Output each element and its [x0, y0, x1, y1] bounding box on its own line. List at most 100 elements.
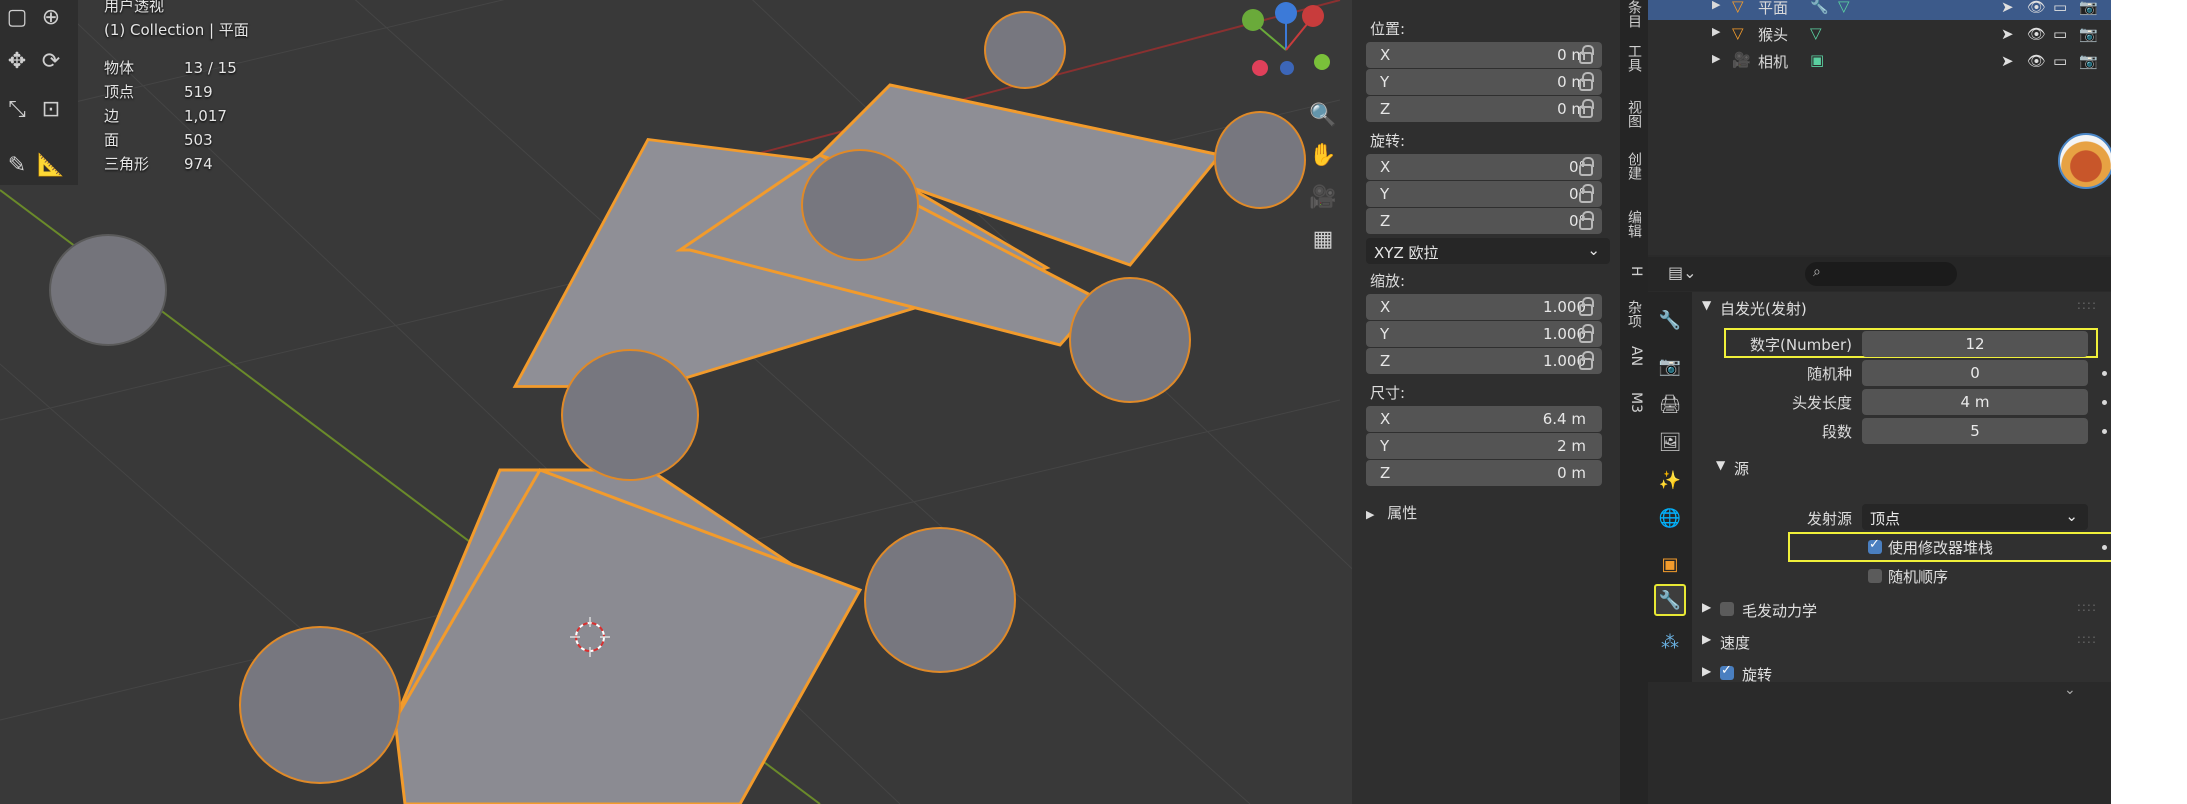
outliner-row-camera[interactable]: ▶ 🎥 相机 ▣ ➤ 👁 ▭ 📷	[1648, 48, 2111, 74]
tab-edit[interactable]: 编辑	[1624, 210, 1644, 238]
eye-icon[interactable]: 👁	[2027, 52, 2046, 70]
eye-icon[interactable]: 👁	[2027, 25, 2046, 43]
rotation-y-field[interactable]: Y 0°	[1366, 181, 1602, 207]
monitor-icon[interactable]: ▭	[2053, 52, 2067, 70]
drag-grip-icon[interactable]: ::::	[2077, 632, 2097, 646]
rotation-x-field[interactable]: X 0°	[1366, 154, 1602, 180]
lock-icon[interactable]	[1579, 72, 1594, 91]
keyframe-dot[interactable]	[2102, 400, 2107, 405]
tab-item[interactable]: 条目	[1624, 0, 1644, 28]
modifier-tab-icon[interactable]: 🔧	[1654, 584, 1686, 616]
particles-tab-icon[interactable]: ⁂	[1654, 626, 1686, 658]
cursor-tool-icon[interactable]: ⊕	[34, 0, 68, 34]
rotation-label: 旋转:	[1370, 132, 1406, 150]
select-arrow-icon[interactable]: ➤	[2001, 25, 2014, 43]
tool-tab-icon[interactable]: 🔧	[1654, 304, 1686, 336]
rotation-mode-select[interactable]: XYZ 欧拉 ⌄	[1366, 238, 1610, 264]
world-tab-icon[interactable]: 🌐	[1654, 502, 1686, 534]
navigation-gizmo[interactable]	[1242, 2, 1330, 76]
drag-grip-icon[interactable]: ::::	[2077, 298, 2097, 312]
zoom-icon[interactable]: 🔍	[1306, 98, 1340, 132]
render-tab-icon[interactable]: 📷	[1654, 350, 1686, 382]
segments-field[interactable]: 5	[1862, 418, 2088, 444]
number-field[interactable]: 12	[1862, 331, 2088, 357]
location-y-field[interactable]: Y0 m	[1366, 69, 1602, 95]
search-input[interactable]: ⌕	[1805, 262, 1957, 286]
hair-dynamics-checkbox[interactable]	[1720, 602, 1734, 616]
lock-icon[interactable]	[1579, 351, 1594, 370]
mesh-icon: ▽	[1732, 0, 1744, 15]
lock-icon[interactable]	[1579, 184, 1594, 203]
view-layer-tab-icon[interactable]: 🖼	[1654, 426, 1686, 458]
camera-render-icon[interactable]: 📷	[2079, 25, 2098, 43]
tab-create[interactable]: 创建	[1624, 152, 1644, 180]
tab-misc[interactable]: 杂项	[1624, 300, 1644, 328]
location-z-field[interactable]: Z0 m	[1366, 96, 1602, 122]
pan-hand-icon[interactable]: ✋	[1306, 138, 1340, 172]
location-x-field[interactable]: X0 m	[1366, 42, 1602, 68]
ortho-grid-icon[interactable]: ▦	[1306, 222, 1340, 256]
tab-h[interactable]: H	[1624, 266, 1644, 277]
scale-tool-icon[interactable]: ⤡	[0, 92, 34, 126]
source-section[interactable]: ▼ 源	[1706, 452, 2106, 482]
random-order-checkbox[interactable]	[1868, 569, 1882, 583]
dimension-x-field[interactable]: X 6.4 m	[1366, 406, 1602, 432]
camera-view-icon[interactable]: 🎥	[1306, 180, 1340, 214]
rotation-z-field[interactable]: Z 0°	[1366, 208, 1602, 234]
dimension-z-field[interactable]: Z0 m	[1366, 460, 1602, 486]
monitor-icon[interactable]: ▭	[2053, 25, 2067, 43]
lock-icon[interactable]	[1579, 99, 1594, 118]
tab-m3[interactable]: M3	[1624, 392, 1644, 413]
object-tab-icon[interactable]: ▣	[1654, 548, 1686, 580]
velocity-section[interactable]: ▶ 速度 ::::	[1692, 626, 2111, 656]
lock-icon[interactable]	[1579, 297, 1594, 316]
lock-icon[interactable]	[1579, 211, 1594, 230]
chevron-right-icon[interactable]: ▶	[1712, 25, 1720, 38]
transform-tool-icon[interactable]: ⊡	[34, 92, 68, 126]
camera-render-icon[interactable]: 📷	[2079, 0, 2098, 16]
tab-view[interactable]: 视图	[1624, 100, 1644, 128]
tab-an[interactable]: AN	[1624, 346, 1644, 366]
outliner-row-monkey[interactable]: ▶ ▽ 猴头 ▽ ➤ 👁 ▭ 📷	[1648, 21, 2111, 47]
rotate-tool-icon[interactable]: ⟳	[34, 44, 68, 78]
hair-dynamics-section[interactable]: ▶ 毛发动力学 ::::	[1692, 594, 2111, 624]
output-tab-icon[interactable]: 🖨	[1654, 388, 1686, 420]
chevron-right-icon[interactable]: ▶	[1712, 52, 1720, 65]
rotation-checkbox[interactable]	[1720, 663, 1734, 680]
keyframe-dot[interactable]	[2102, 371, 2107, 376]
select-box-icon[interactable]: ▢	[0, 0, 34, 34]
editor-type-icon[interactable]: ▤⌄	[1668, 263, 1697, 282]
scale-y-field[interactable]: Y 1.000	[1366, 321, 1602, 347]
chevron-down-icon: ▼	[1716, 458, 1726, 472]
select-arrow-icon[interactable]: ➤	[2001, 52, 2014, 70]
lock-icon[interactable]	[1579, 324, 1594, 343]
lock-icon[interactable]	[1579, 157, 1594, 176]
chevron-right-icon[interactable]: ▶	[1712, 0, 1720, 11]
dimension-y-field[interactable]: Y2 m	[1366, 433, 1602, 459]
emission-section[interactable]: ▼ 自发光(发射) ::::	[1692, 292, 2111, 322]
scale-z-field[interactable]: Z 1.000	[1366, 348, 1602, 374]
scene-tab-icon[interactable]: ✨	[1654, 464, 1686, 496]
rotation-section[interactable]: ▶ 旋转	[1692, 658, 2111, 682]
use-modifier-stack-checkbox[interactable]	[1868, 537, 1882, 554]
drag-grip-icon[interactable]: ::::	[2077, 600, 2097, 614]
properties-section[interactable]: ▶ 属性	[1366, 502, 1417, 523]
keyframe-dot[interactable]	[2102, 429, 2107, 434]
outliner[interactable]: ▶ ▽ 平面 🔧 ▽ ➤ 👁 ▭ 📷 ▶ ▽ 猴头 ▽ ➤ 👁 ▭ 📷 ▶ 🎥 …	[1648, 0, 2114, 255]
tab-tool[interactable]: 工具	[1624, 44, 1644, 72]
emit-from-select[interactable]: 顶点 ⌄	[1862, 504, 2088, 530]
hair-length-field[interactable]: 4 m	[1862, 389, 2088, 415]
move-tool-icon[interactable]: ✥	[0, 44, 34, 78]
select-arrow-icon[interactable]: ➤	[2001, 0, 2014, 16]
annotate-tool-icon[interactable]: ✎	[0, 148, 34, 182]
lock-icon[interactable]	[1579, 45, 1594, 64]
eye-icon[interactable]: 👁	[2027, 0, 2046, 16]
keyframe-dot[interactable]	[2102, 545, 2107, 550]
chevron-down-icon[interactable]: ⌄	[2064, 682, 2076, 698]
monitor-icon[interactable]: ▭	[2053, 0, 2067, 16]
camera-render-icon[interactable]: 📷	[2079, 52, 2098, 70]
scale-x-field[interactable]: X 1.000	[1366, 294, 1602, 320]
outliner-row-plane[interactable]: ▶ ▽ 平面 🔧 ▽ ➤ 👁 ▭ 📷	[1648, 0, 2111, 20]
measure-tool-icon[interactable]: 📐	[34, 148, 68, 182]
seed-field[interactable]: 0	[1862, 360, 2088, 386]
